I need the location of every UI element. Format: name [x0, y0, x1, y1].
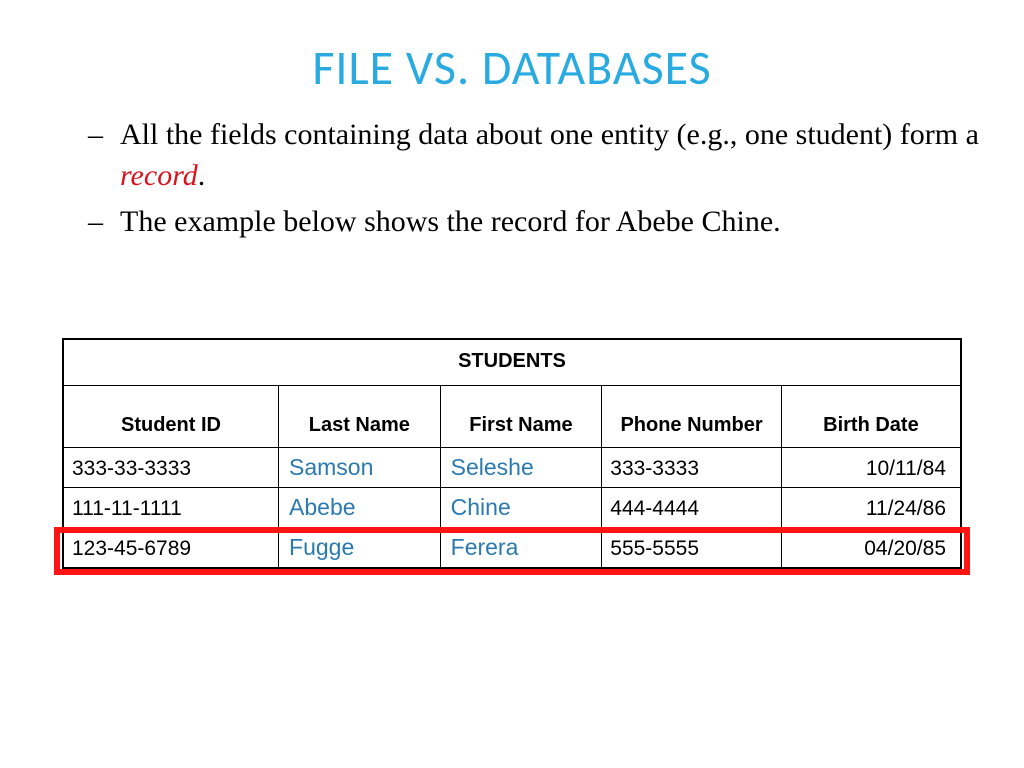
cell-birth-date: 10/11/84: [781, 447, 961, 487]
bullet-text-pre: All the fields containing data about one…: [120, 118, 979, 151]
slide: FILE VS. DATABASES All the fields contai…: [0, 0, 1024, 589]
bullet-item: All the fields containing data about one…: [120, 115, 984, 196]
cell-phone: 444-4444: [602, 487, 782, 527]
cell-last-name: Samson: [279, 447, 441, 487]
cell-phone: 555-5555: [602, 527, 782, 568]
cell-last-name: Fugge: [279, 527, 441, 568]
bullet-item: The example below shows the record for A…: [120, 202, 984, 243]
table-caption: STUDENTS: [63, 339, 961, 386]
col-header-last-name: Last Name: [279, 385, 441, 447]
bullet-text-em: record: [120, 159, 198, 192]
bullet-text-post: .: [198, 159, 206, 192]
col-header-birth-date: Birth Date: [781, 385, 961, 447]
table-row: 333-33-3333 Samson Seleshe 333-3333 10/1…: [63, 447, 961, 487]
cell-student-id: 333-33-3333: [63, 447, 279, 487]
col-header-first-name: First Name: [440, 385, 602, 447]
table-row: 111-11-1111 Abebe Chine 444-4444 11/24/8…: [63, 487, 961, 527]
cell-birth-date: 11/24/86: [781, 487, 961, 527]
bullet-text-pre: The example below shows the record for A…: [120, 205, 781, 238]
bullet-list: All the fields containing data about one…: [30, 115, 994, 243]
slide-title: FILE VS. DATABASES: [30, 38, 994, 97]
cell-first-name: Chine: [440, 487, 602, 527]
table-header-row: Student ID Last Name First Name Phone Nu…: [63, 385, 961, 447]
col-header-student-id: Student ID: [63, 385, 279, 447]
cell-first-name: Ferera: [440, 527, 602, 568]
cell-first-name: Seleshe: [440, 447, 602, 487]
table-row: 123-45-6789 Fugge Ferera 555-5555 04/20/…: [63, 527, 961, 568]
students-table: STUDENTS Student ID Last Name First Name…: [62, 338, 962, 569]
cell-last-name: Abebe: [279, 487, 441, 527]
cell-student-id: 111-11-1111: [63, 487, 279, 527]
cell-phone: 333-3333: [602, 447, 782, 487]
table-container: STUDENTS Student ID Last Name First Name…: [62, 338, 962, 569]
col-header-phone: Phone Number: [602, 385, 782, 447]
cell-birth-date: 04/20/85: [781, 527, 961, 568]
table-caption-row: STUDENTS: [63, 339, 961, 386]
cell-student-id: 123-45-6789: [63, 527, 279, 568]
